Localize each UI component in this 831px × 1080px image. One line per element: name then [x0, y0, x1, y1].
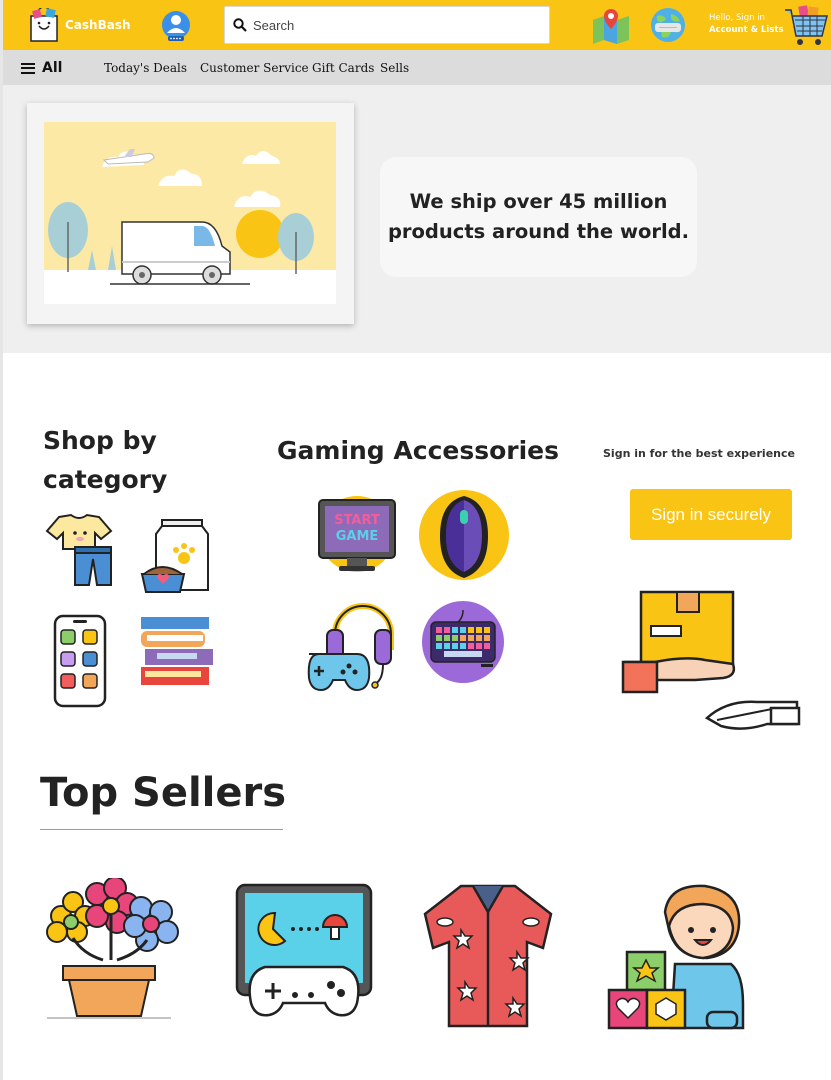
gaming-accessories-title: Gaming Accessories: [277, 436, 560, 465]
nav-bar: All Today's Deals Customer Service Gift …: [3, 50, 831, 85]
hero-message: We ship over 45 million products around …: [387, 190, 690, 243]
headset-controller-icon[interactable]: [299, 600, 395, 696]
nav-gift-cards[interactable]: Gift Cards: [312, 61, 374, 75]
shop-by-category-title: Shop by category: [43, 426, 168, 494]
map-location-icon[interactable]: [591, 6, 631, 48]
account-greeting: Hello, Sign in: [709, 13, 765, 23]
package-handover-icon: [621, 590, 801, 730]
brand-name: CashBash: [65, 18, 131, 32]
brand-logo[interactable]: CashBash: [29, 8, 131, 42]
svg-text:START: START: [334, 513, 380, 528]
all-menu-label: All: [42, 60, 63, 76]
search-icon: [233, 18, 247, 32]
signin-prompt: Sign in for the best experience: [603, 447, 795, 460]
hero-message-box: We ship over 45 million products around …: [380, 157, 697, 277]
delivery-van-illustration: [44, 122, 336, 304]
flower-pot-icon[interactable]: [37, 878, 181, 1020]
hero-banner: We ship over 45 million products around …: [3, 85, 831, 353]
top-header: CashBash He: [3, 0, 831, 50]
nav-todays-deals[interactable]: Today's Deals: [104, 61, 187, 75]
account-menu[interactable]: Hello, Sign in Account & Lists: [709, 12, 784, 36]
hawaiian-shirt-icon[interactable]: [421, 882, 555, 1030]
start-game-monitor-icon[interactable]: START GAME: [315, 494, 399, 574]
shopping-cart-icon[interactable]: [783, 4, 829, 52]
account-lists-label: Account & Lists: [709, 25, 784, 35]
hero-image-card: [27, 103, 354, 324]
top-sellers-title: Top Sellers: [40, 770, 287, 816]
smartphone-icon[interactable]: [53, 614, 107, 708]
pet-food-icon[interactable]: [140, 519, 209, 593]
search-bar[interactable]: [224, 6, 550, 44]
top-sellers-divider: [40, 829, 283, 830]
user-profile-icon[interactable]: [161, 8, 191, 48]
sign-in-button[interactable]: Sign in securely: [630, 489, 792, 540]
gaming-mouse-icon[interactable]: [417, 488, 511, 582]
clothing-icon[interactable]: [43, 513, 117, 587]
hamburger-icon: [21, 62, 35, 74]
globe-icon[interactable]: [649, 6, 687, 48]
nav-sells[interactable]: Sells: [380, 61, 409, 75]
svg-text:GAME: GAME: [336, 529, 379, 544]
game-console-icon[interactable]: [235, 883, 373, 1021]
search-input[interactable]: [253, 17, 533, 33]
child-blocks-icon[interactable]: [607, 882, 745, 1032]
shopping-bag-icon: [30, 8, 58, 42]
all-menu-button[interactable]: All: [21, 60, 62, 76]
nav-customer-service[interactable]: Customer Service: [200, 61, 309, 75]
keyboard-icon[interactable]: [421, 600, 505, 684]
books-icon[interactable]: [139, 615, 215, 687]
